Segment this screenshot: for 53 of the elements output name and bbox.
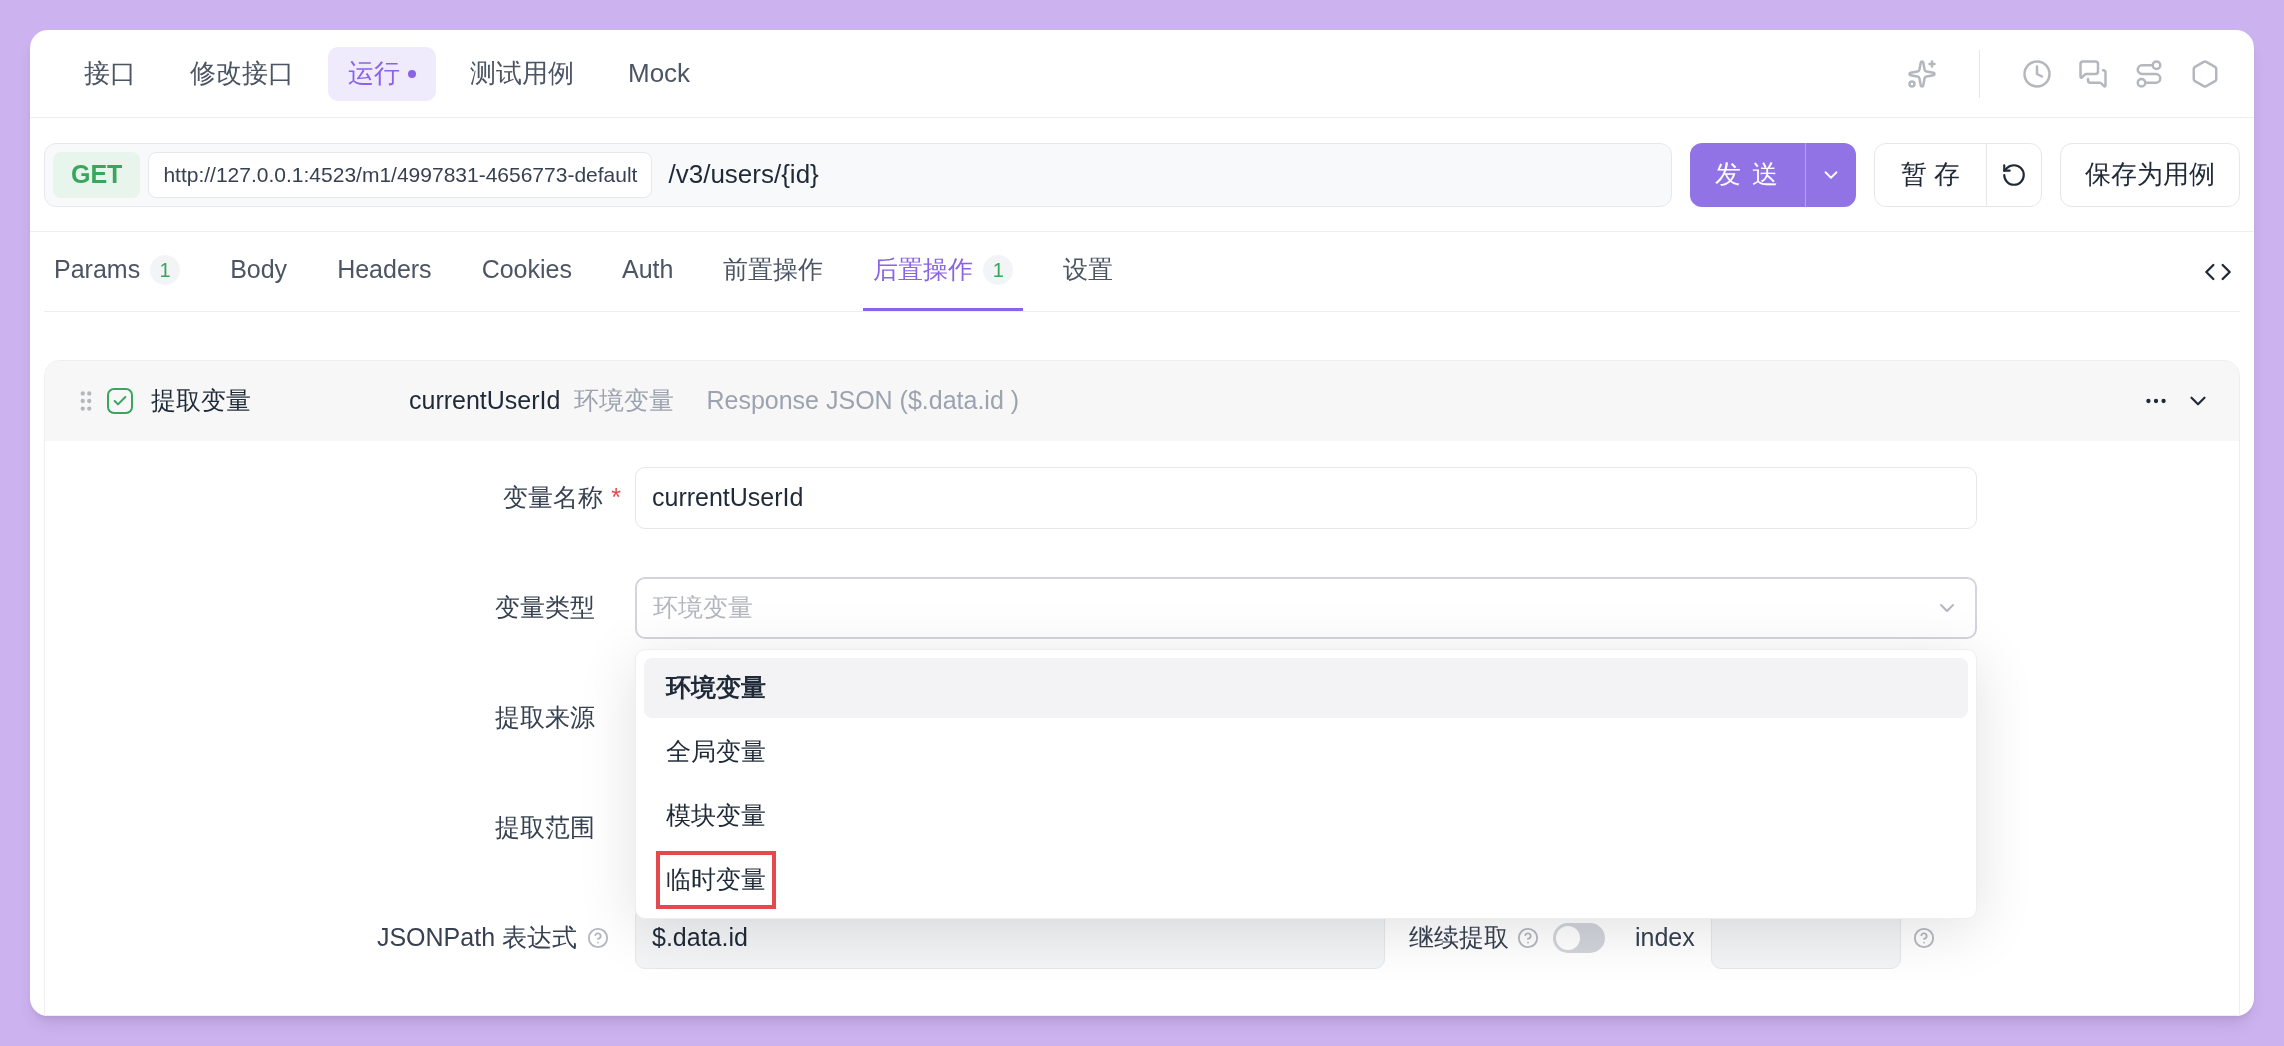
- required-mark: *: [611, 482, 621, 514]
- variable-name: currentUserId: [409, 385, 561, 417]
- dropdown-option[interactable]: 环境变量: [644, 658, 1968, 718]
- route-icon[interactable]: [2134, 58, 2164, 89]
- request-tab[interactable]: Auth: [611, 232, 684, 311]
- request-tab[interactable]: Body: [220, 232, 298, 311]
- settings-icon[interactable]: [2190, 58, 2220, 89]
- clock-icon[interactable]: [2022, 58, 2052, 89]
- request-tab[interactable]: Cookies: [471, 232, 582, 311]
- count-badge: 1: [150, 255, 181, 285]
- dropdown-option[interactable]: 临时变量: [644, 850, 1968, 910]
- help-icon[interactable]: [1912, 927, 1935, 949]
- send-button[interactable]: 发 送: [1689, 142, 1856, 207]
- top-tab[interactable]: 运行: [328, 46, 436, 101]
- request-tab[interactable]: Params 1: [44, 232, 191, 311]
- top-tab[interactable]: 修改接口: [170, 46, 314, 101]
- top-tab[interactable]: Mock: [608, 46, 711, 101]
- request-tab[interactable]: Headers: [327, 232, 442, 311]
- top-tab[interactable]: 测试用例: [450, 46, 594, 101]
- count-badge: 1: [983, 255, 1014, 285]
- processor-header[interactable]: 提取变量 currentUserId 环境变量 Response JSON ($.data.id ): [45, 361, 2239, 441]
- field-label: 提取来源: [495, 702, 595, 734]
- field-label: 变量类型: [495, 592, 595, 624]
- url-bar[interactable]: GET http://127.0.0.1:4523/m1/4997831-4656773-default /v3/users/{id}: [44, 142, 1672, 207]
- variable-type: 环境变量: [574, 385, 675, 417]
- processor-title: 提取变量: [151, 385, 252, 417]
- request-tab[interactable]: 后置操作 1: [863, 232, 1024, 311]
- request-tab[interactable]: 设置: [1053, 232, 1124, 311]
- field-label: JSONPath 表达式: [376, 922, 577, 954]
- sparkle-icon[interactable]: [1907, 58, 1937, 89]
- save-as-case-button[interactable]: 保存为用例: [2060, 142, 2240, 207]
- reset-icon[interactable]: [2001, 161, 2027, 188]
- field-label: 变量名称: [503, 482, 604, 514]
- top-tab[interactable]: 接口: [64, 46, 156, 101]
- dropdown-option[interactable]: 全局变量: [644, 722, 1968, 782]
- enable-checkbox[interactable]: [107, 388, 133, 414]
- help-icon[interactable]: [1517, 927, 1539, 949]
- field-label: index: [1635, 922, 1695, 954]
- request-tab[interactable]: 前置操作: [713, 232, 834, 311]
- help-icon[interactable]: [587, 927, 609, 949]
- field-label: 继续提取: [1409, 922, 1509, 954]
- option-label: 环境变量: [664, 672, 767, 704]
- option-label: 模块变量: [665, 800, 767, 832]
- field-label: 提取范围: [495, 812, 595, 844]
- send-label[interactable]: 发 送: [1689, 155, 1805, 194]
- option-label: 全局变量: [665, 736, 767, 768]
- source-summary: Response JSON ($.data.id ): [706, 385, 1020, 417]
- toggle-switch[interactable]: [1553, 923, 1605, 953]
- dropdown-option[interactable]: 模块变量: [644, 786, 1968, 846]
- chat-bubbles-icon[interactable]: [2078, 58, 2108, 89]
- variable-name-field[interactable]: currentUserId: [635, 467, 1977, 529]
- base-url: http://127.0.0.1:4523/m1/4997831-4656773-default: [148, 151, 653, 198]
- path-text: /v3/users/{id}: [668, 158, 819, 191]
